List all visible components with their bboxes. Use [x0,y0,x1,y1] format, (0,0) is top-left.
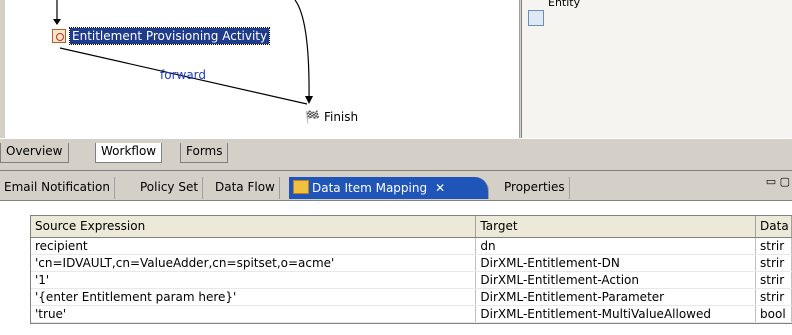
palette-pane: Entity [521,0,792,138]
flag-icon: 🏁 [305,110,320,124]
cell-target[interactable]: DirXML-Entitlement-MultiValueAllowed [476,306,757,322]
table-row[interactable]: 'cn=IDVAULT,cn=ValueAdder,cn=spitset,o=a… [31,255,792,272]
tab-forms[interactable]: Forms [180,143,229,163]
minimize-icon[interactable]: ▭ ▢ [766,175,790,188]
cell-target[interactable]: dn [476,238,757,254]
cell-type[interactable]: bool [756,306,792,322]
mapping-panel: Source Expression Target Data recipient … [0,200,792,335]
entity-icon [528,10,544,26]
editor-tabs: Overview Workflow Forms [0,138,792,163]
finish-label: Finish [323,110,359,124]
cell-type[interactable]: strir [756,272,792,288]
table-row[interactable]: 'true' DirXML-Entitlement-MultiValueAllo… [31,306,792,323]
tab-data-item-mapping-label: Data Item Mapping [312,181,428,195]
cell-source[interactable]: recipient [31,238,477,254]
cell-source[interactable]: '1' [31,272,477,288]
header-data[interactable]: Data [756,216,792,237]
cell-source[interactable]: 'true' [31,306,477,322]
tab-data-item-mapping[interactable]: Data Item Mapping ✕ [289,177,489,199]
edge-label-forward[interactable]: forward [160,68,206,82]
tab-data-flow[interactable]: Data Flow [211,177,280,199]
view-tab-bar: Email Notification Policy Set Data Flow … [0,170,792,200]
header-target[interactable]: Target [476,216,757,237]
activity-label: Entitlement Provisioning Activity [68,27,271,45]
workflow-edges [53,0,313,105]
activity-icon [52,29,66,43]
mapping-table: Source Expression Target Data recipient … [30,215,792,324]
cell-source[interactable]: 'cn=IDVAULT,cn=ValueAdder,cn=spitset,o=a… [31,255,477,271]
table-row[interactable]: recipient dn strir [31,238,792,255]
cell-source[interactable]: '{enter Entitlement param here}' [31,289,477,305]
cell-target[interactable]: DirXML-Entitlement-DN [476,255,757,271]
header-source-expression[interactable]: Source Expression [31,216,477,237]
palette-entry[interactable]: Entity [528,0,581,26]
tab-properties[interactable]: Properties [500,177,570,199]
palette-entry-label: Entity [548,0,581,9]
table-row[interactable]: '1' DirXML-Entitlement-Action strir [31,272,792,289]
table-header: Source Expression Target Data [31,216,792,238]
tab-email-notification[interactable]: Email Notification [0,177,115,199]
tab-overview[interactable]: Overview [0,143,69,163]
table-row[interactable]: '{enter Entitlement param here}' DirXML-… [31,289,792,306]
cell-type[interactable]: strir [756,255,792,271]
finish-node[interactable]: 🏁 Finish [305,110,358,124]
cell-type[interactable]: strir [756,289,792,305]
activity-node[interactable]: Entitlement Provisioning Activity [52,27,271,45]
cell-type[interactable]: strir [756,238,792,254]
tab-workflow[interactable]: Workflow [95,143,163,163]
cell-target[interactable]: DirXML-Entitlement-Parameter [476,289,757,305]
mapping-icon [293,180,309,194]
cell-target[interactable]: DirXML-Entitlement-Action [476,272,757,288]
workflow-canvas[interactable]: Entitlement Provisioning Activity forwar… [5,0,520,138]
tab-policy-set[interactable]: Policy Set [136,177,204,199]
close-icon[interactable]: ✕ [435,181,445,195]
